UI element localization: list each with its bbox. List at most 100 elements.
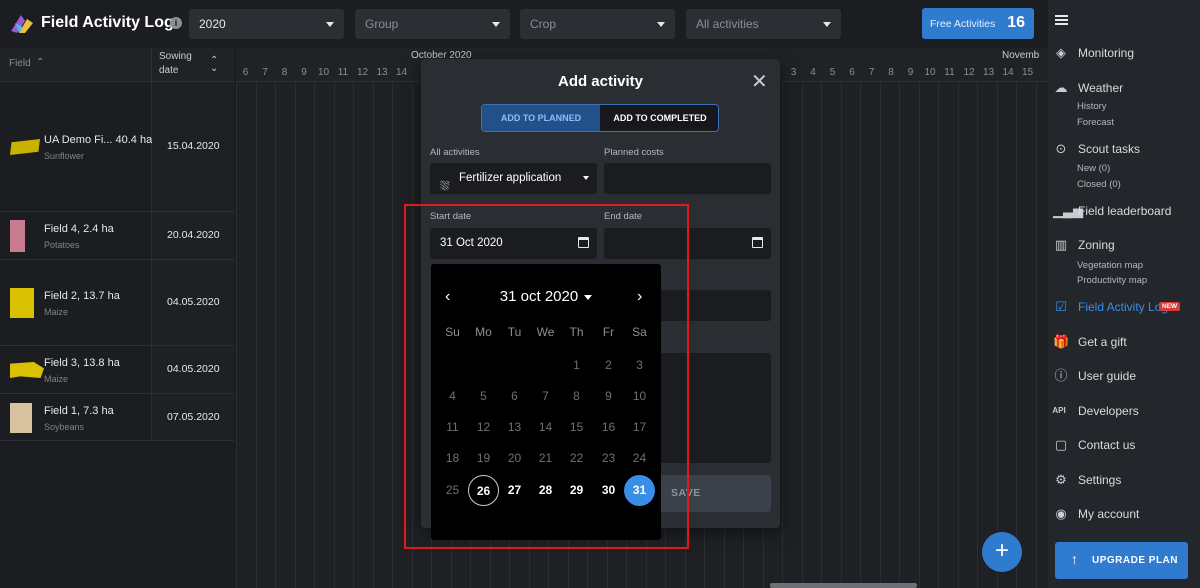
add-fab-button[interactable]: + — [982, 532, 1022, 572]
day-label: 13 — [376, 67, 388, 78]
nav-sub-new[interactable]: New (0) — [1077, 163, 1110, 174]
gridline — [879, 82, 881, 588]
sowing-date-column-header[interactable]: Sowing date ⌃ ⌄ — [152, 48, 234, 82]
field-shape-thumbnail — [10, 288, 34, 318]
field-crop: Sunflower — [44, 151, 85, 161]
nav-contact-us[interactable]: ▢ Contact us — [1048, 437, 1200, 455]
top-bar: Field Activity Log i 2020 Group Crop All… — [0, 0, 1048, 48]
day-label: 10 — [317, 67, 330, 78]
day-label: 7 — [262, 67, 268, 78]
upgrade-plan-button[interactable]: ↑ UPGRADE PLAN — [1055, 542, 1188, 579]
table-row[interactable]: Field 3, 13.8 ha Maize 04.05.2020 — [0, 346, 234, 394]
location-pin-icon: ⊙ — [1055, 141, 1067, 156]
gridline — [996, 82, 998, 588]
sowing-date-cell: 15.04.2020 — [152, 82, 234, 211]
group-dropdown[interactable]: Group — [355, 9, 510, 39]
field-cell[interactable]: Field 3, 13.8 ha Maize — [0, 346, 152, 393]
gridline — [918, 82, 920, 588]
nav-sub-forecast[interactable]: Forecast — [1077, 117, 1114, 128]
gridline — [294, 82, 296, 588]
table-row[interactable]: Field 1, 7.3 ha Soybeans 07.05.2020 — [0, 394, 234, 441]
app-logo-icon — [11, 15, 33, 33]
table-row[interactable]: Field 4, 2.4 ha Potatoes 20.04.2020 — [0, 212, 234, 260]
activities-label: All activities — [430, 147, 480, 158]
table-row[interactable]: Field 2, 13.7 ha Maize 04.05.2020 — [0, 260, 234, 346]
nav-label: My account — [1078, 507, 1140, 521]
horizontal-scrollbar[interactable] — [770, 583, 917, 588]
gridline — [372, 82, 374, 588]
field-cell[interactable]: Field 4, 2.4 ha Potatoes — [0, 212, 152, 259]
sort-icon[interactable]: ⌃ — [36, 57, 44, 68]
app-title: Field Activity Log — [41, 14, 174, 31]
table-row[interactable]: UA Demo Fi... 40.4 ha Sunflower 15.04.2020 — [0, 82, 234, 212]
tab-add-to-completed[interactable]: ADD TO COMPLETED — [600, 105, 718, 131]
field-shape-thumbnail — [10, 220, 25, 252]
nav-label: Monitoring — [1078, 46, 1135, 60]
day-label: 13 — [982, 67, 995, 78]
nav-scout-tasks[interactable]: ⊙ Scout tasks New (0) Closed (0) — [1048, 141, 1200, 191]
day-label: 15 — [1021, 67, 1034, 78]
gridline — [1035, 82, 1037, 588]
nav-label: User guide — [1078, 369, 1137, 383]
menu-icon[interactable] — [1055, 15, 1068, 25]
day-label: 6 — [242, 67, 249, 78]
calendar-icon[interactable] — [752, 237, 763, 248]
free-activities-button[interactable]: Free Activities 16 — [922, 8, 1034, 39]
gridline — [899, 82, 900, 588]
day-label: 7 — [868, 67, 875, 78]
nav-sub-productivity[interactable]: Productivity map — [1077, 275, 1147, 286]
sowing-date-cell: 20.04.2020 — [152, 212, 234, 259]
nav-get-a-gift[interactable]: 🎁 Get a gift — [1048, 334, 1200, 352]
gridline — [333, 82, 335, 588]
nav-zoning[interactable]: ▥ Zoning Vegetation map Productivity map — [1048, 237, 1200, 287]
day-label: 14 — [395, 67, 408, 78]
activity-mode-toggle: ADD TO PLANNED ADD TO COMPLETED — [481, 104, 719, 132]
gridline — [821, 82, 822, 588]
gridline — [255, 82, 257, 588]
day-label: 5 — [829, 67, 836, 78]
nav-monitoring[interactable]: ◈ Monitoring — [1048, 45, 1200, 63]
day-label: 11 — [944, 67, 955, 78]
nav-developers[interactable]: API Developers — [1048, 403, 1200, 421]
field-name: UA Demo Fi... 40.4 ha — [44, 134, 153, 146]
close-icon[interactable]: ✕ — [751, 72, 768, 92]
nav-sub-closed[interactable]: Closed (0) — [1077, 179, 1121, 190]
sowing-date: 04.05.2020 — [167, 296, 220, 308]
activities-dropdown[interactable]: All activities — [686, 9, 841, 39]
field-name: Field 3, 13.8 ha — [44, 357, 120, 369]
planned-costs-input[interactable] — [604, 163, 771, 194]
nav-field-activity-log[interactable]: ☑ Field Activity Log NEW — [1048, 299, 1200, 317]
sowing-date: 20.04.2020 — [167, 229, 220, 241]
gridline — [275, 82, 276, 588]
zoning-icon: ▥ — [1054, 237, 1068, 252]
field-column-header[interactable]: Field ⌃ — [0, 48, 152, 82]
field-crop: Soybeans — [44, 421, 85, 432]
nav-label: Weather — [1078, 81, 1124, 95]
nav-sub-history[interactable]: History — [1077, 101, 1107, 112]
field-cell[interactable]: Field 1, 7.3 ha Soybeans — [0, 394, 152, 440]
month-label: Novemb — [1002, 50, 1040, 61]
gear-icon: ⚙ — [1055, 472, 1067, 487]
year-dropdown[interactable]: 2020 — [189, 9, 344, 39]
tab-add-to-planned[interactable]: ADD TO PLANNED — [482, 105, 600, 131]
activity-type-select[interactable]: ⛆ Fertilizer application — [430, 163, 597, 194]
nav-label: Field Activity Log — [1078, 300, 1169, 314]
nav-sub-vegetation[interactable]: Vegetation map — [1077, 260, 1143, 271]
chat-icon: ▢ — [1054, 437, 1068, 452]
nav-label: Zoning — [1078, 238, 1115, 252]
nav-user-guide[interactable]: ⓘ User guide — [1048, 368, 1200, 386]
nav-my-account[interactable]: ◉ My account — [1048, 506, 1200, 524]
field-shape-thumbnail — [10, 402, 32, 433]
crop-dropdown[interactable]: Crop — [520, 9, 675, 39]
right-sidebar: ◈ Monitoring ☁ Weather History Forecast … — [1048, 0, 1200, 588]
gridline — [782, 82, 783, 588]
info-icon[interactable]: i — [170, 17, 182, 29]
nav-field-leaderboard[interactable]: ▁▃▅ Field leaderboard — [1048, 203, 1200, 221]
gridline — [977, 82, 978, 588]
field-shape-thumbnail — [10, 362, 44, 378]
info-circle-icon: ⓘ — [1054, 368, 1068, 383]
nav-settings[interactable]: ⚙ Settings — [1048, 472, 1200, 490]
nav-weather[interactable]: ☁ Weather History Forecast — [1048, 80, 1200, 130]
field-cell[interactable]: UA Demo Fi... 40.4 ha Sunflower — [0, 82, 152, 211]
field-cell[interactable]: Field 2, 13.7 ha Maize — [0, 260, 152, 345]
